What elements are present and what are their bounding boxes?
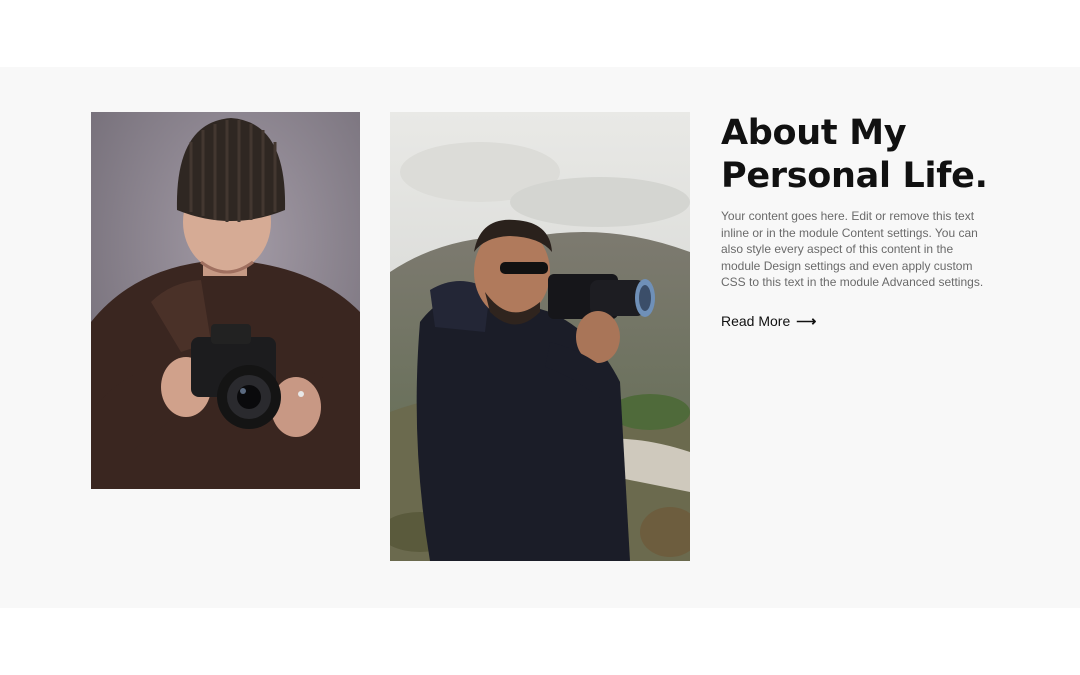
body-text: Your content goes here. Edit or remove t… bbox=[721, 209, 984, 289]
photographer-outdoor-image bbox=[390, 112, 690, 561]
photographer-beanie-image bbox=[91, 112, 360, 489]
read-more-link[interactable]: Read More ⟶ bbox=[721, 313, 816, 330]
read-more-label: Read More bbox=[721, 313, 791, 329]
heading-line-2: Personal Life. bbox=[721, 156, 988, 196]
heading-line-1: About My bbox=[721, 113, 907, 153]
about-content: About My Personal Life. Your content goe… bbox=[721, 112, 1001, 331]
arrow-right-icon: ⟶ bbox=[796, 312, 817, 329]
page-title: About My Personal Life. bbox=[721, 112, 1001, 198]
